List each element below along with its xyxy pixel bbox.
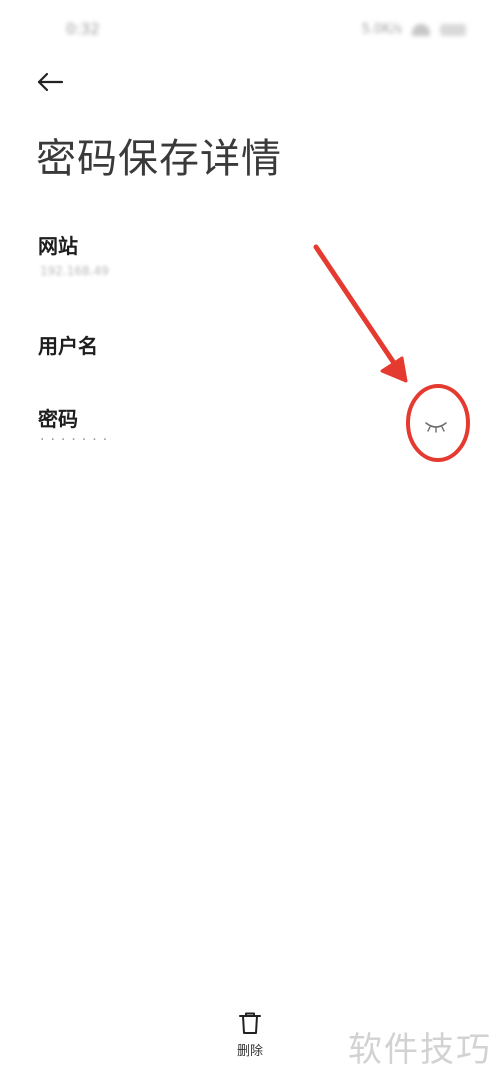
wifi-icon bbox=[412, 23, 430, 36]
website-value: 192.168.49 bbox=[40, 264, 109, 278]
password-label: 密码 bbox=[38, 407, 78, 431]
annotation-arrow-line bbox=[313, 244, 399, 369]
page-title: 密码保存详情 bbox=[36, 136, 282, 182]
website-label: 网站 bbox=[38, 234, 78, 258]
delete-label: 删除 bbox=[236, 1044, 263, 1059]
status-time: 0:32 bbox=[66, 20, 100, 38]
annotation-arrow-head bbox=[380, 356, 408, 383]
delete-button[interactable]: 删除 bbox=[222, 1010, 278, 1066]
status-bar: 0:32 5.0K/s bbox=[0, 0, 500, 60]
status-indicators: 5.0K/s bbox=[362, 22, 466, 37]
arrow-left-icon bbox=[37, 72, 64, 92]
watermark: 软件技巧 bbox=[348, 1030, 492, 1070]
username-label: 用户名 bbox=[38, 334, 98, 358]
trash-icon bbox=[239, 1012, 261, 1034]
battery-icon bbox=[440, 23, 466, 36]
network-speed: 5.0K/s bbox=[361, 22, 402, 37]
eye-closed-icon bbox=[425, 422, 447, 433]
password-value: ······· bbox=[40, 432, 114, 448]
back-button[interactable] bbox=[30, 62, 70, 102]
password-visibility-toggle[interactable] bbox=[418, 412, 454, 442]
